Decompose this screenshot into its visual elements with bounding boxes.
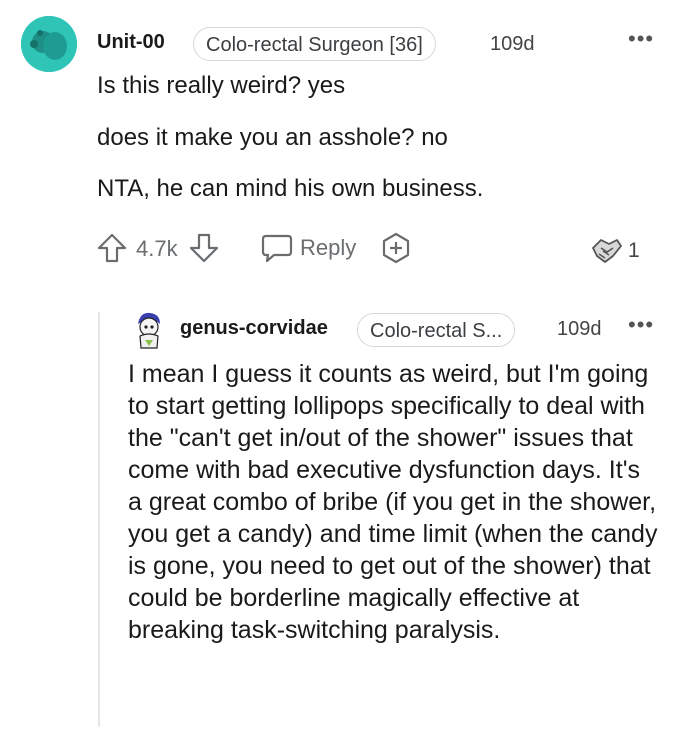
reply-user-flair: Colo-rectal S... <box>357 313 516 347</box>
crow-avatar-icon <box>138 312 160 349</box>
handshake-award-icon <box>590 234 624 266</box>
user-avatar[interactable] <box>21 16 77 72</box>
comment-username[interactable]: Unit-00 <box>97 31 165 54</box>
more-dots-icon[interactable]: ••• <box>628 314 654 336</box>
vote-count: 4.7k <box>136 236 178 261</box>
reply-button[interactable]: Reply <box>300 235 356 261</box>
comment-body-line: NTA, he can mind his own business. <box>97 175 484 202</box>
reply-age: 109d <box>557 318 602 340</box>
award-add-icon[interactable] <box>380 232 412 264</box>
upvote-arrow-icon[interactable] <box>96 232 128 264</box>
thread-line[interactable] <box>98 312 100 727</box>
snoo-avatar-icon <box>21 16 77 72</box>
comment-user-flair: Colo-rectal Surgeon [36] <box>193 27 436 61</box>
reply-user-avatar[interactable] <box>130 310 166 352</box>
comment-age: 109d <box>490 33 535 55</box>
reply-body: I mean I guess it counts as weird, but I… <box>128 360 658 644</box>
comment-body-line: Is this really weird? yes <box>97 72 346 99</box>
reply-bubble-icon[interactable] <box>260 232 294 264</box>
more-dots-icon[interactable]: ••• <box>628 28 654 50</box>
comment-body-line: does it make you an asshole? no <box>97 124 448 151</box>
award-count: 1 <box>628 239 640 262</box>
downvote-arrow-icon[interactable] <box>188 232 220 264</box>
reply-username[interactable]: genus-corvidae <box>180 317 328 340</box>
